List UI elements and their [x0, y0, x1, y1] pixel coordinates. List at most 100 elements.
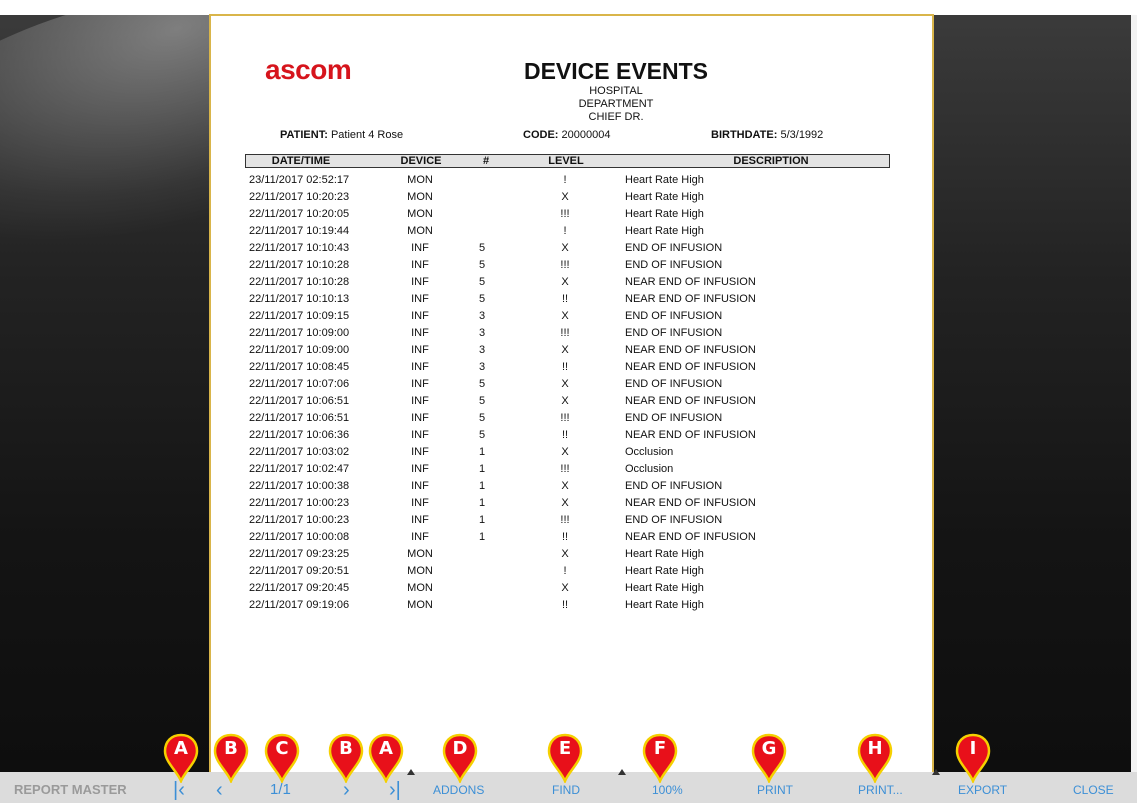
- cell-device: INF: [411, 327, 429, 339]
- column-header-number: #: [482, 155, 490, 167]
- cell-number: 1: [479, 463, 486, 475]
- cell-number: 3: [479, 344, 486, 356]
- code-info: CODE: 20000004: [523, 129, 610, 141]
- print-menu-caret-icon[interactable]: [932, 769, 940, 775]
- cell-description: Occlusion: [625, 463, 674, 475]
- addons-menu-caret-icon[interactable]: [407, 769, 415, 775]
- table-row: 23/11/2017 02:52:17 MON! Heart Rate High: [245, 172, 890, 189]
- cell-number: 1: [479, 446, 486, 458]
- table-body: 23/11/2017 02:52:17 MON! Heart Rate High 22…: [245, 172, 890, 614]
- cell-description: Heart Rate High: [625, 225, 704, 237]
- cell-device: INF: [411, 361, 429, 373]
- cell-level: X: [561, 497, 569, 509]
- cell-device: INF: [411, 242, 429, 254]
- table-row: 22/11/2017 10:10:28 INF 5!!! END OF INFUSIO…: [245, 257, 890, 274]
- cell-datetime: 22/11/2017 10:02:47: [249, 463, 350, 475]
- cell-device: MON: [407, 174, 433, 186]
- cell-description: Occlusion: [625, 446, 674, 458]
- cell-level: !: [563, 565, 567, 577]
- report-master-label: REPORT MASTER: [14, 782, 127, 797]
- callout-pin-h: H: [857, 733, 893, 783]
- cell-level: !: [563, 225, 567, 237]
- cell-datetime: 22/11/2017 10:09:15: [249, 310, 350, 322]
- cell-device: MON: [407, 191, 433, 203]
- cell-device: INF: [411, 344, 429, 356]
- zoom-menu-caret-icon[interactable]: [618, 769, 626, 775]
- cell-datetime: 22/11/2017 10:20:23: [249, 191, 350, 203]
- callout-pin-e: E: [547, 733, 583, 783]
- birthdate-value: 5/3/1992: [780, 129, 824, 141]
- cell-level: X: [561, 480, 569, 492]
- cell-datetime: 22/11/2017 09:20:51: [249, 565, 350, 577]
- callout-label: A: [379, 738, 393, 759]
- callout-pin-f: F: [642, 733, 678, 783]
- cell-number: 1: [479, 514, 486, 526]
- cell-description: Heart Rate High: [625, 191, 704, 203]
- cell-device: INF: [411, 514, 429, 526]
- callout-pin-g: G: [751, 733, 787, 783]
- cell-number: 5: [479, 412, 486, 424]
- callout-pin-c: C: [264, 733, 300, 783]
- report-page: ascom DEVICE EVENTS HOSPITAL DEPARTMENT …: [209, 14, 934, 772]
- table-row: 22/11/2017 10:10:13 INF 5!! NEAR END OF INF…: [245, 291, 890, 308]
- table-row: 22/11/2017 09:19:06 MON!! Heart Rate High: [245, 597, 890, 614]
- table-row: 22/11/2017 10:07:06 INF 5 X END OF INFUSION: [245, 376, 890, 393]
- table-row: 22/11/2017 10:00:23 INF 1!!! END OF INFUSIO…: [245, 512, 890, 529]
- close-button[interactable]: CLOSE: [1073, 772, 1114, 803]
- cell-device: INF: [411, 412, 429, 424]
- table-row: 22/11/2017 10:10:43 INF 5 X END OF INFUSION: [245, 240, 890, 257]
- cell-datetime: 22/11/2017 10:10:43: [249, 242, 350, 254]
- table-row: 22/11/2017 10:19:44 MON! Heart Rate High: [245, 223, 890, 240]
- cell-datetime: 22/11/2017 10:06:36: [249, 429, 350, 441]
- cell-description: END OF INFUSION: [625, 480, 723, 492]
- cell-datetime: 22/11/2017 10:06:51: [249, 412, 350, 424]
- cell-datetime: 22/11/2017 09:20:45: [249, 582, 350, 594]
- cell-device: INF: [411, 310, 429, 322]
- cell-level: X: [561, 548, 569, 560]
- cell-number: 5: [479, 259, 486, 271]
- callout-pin-a: A: [163, 733, 199, 783]
- cell-number: 1: [479, 480, 486, 492]
- table-row: 22/11/2017 09:20:51 MON! Heart Rate High: [245, 563, 890, 580]
- table-row: 22/11/2017 10:02:47 INF 1!!! Occlusion: [245, 461, 890, 478]
- subtitle-department: DEPARTMENT: [578, 98, 654, 110]
- table-row: 22/11/2017 10:08:45 INF 3!! NEAR END OF INF…: [245, 359, 890, 376]
- table-row: 22/11/2017 10:06:51 INF 5 X NEAR END OF INFU…: [245, 393, 890, 410]
- cell-level: X: [561, 191, 569, 203]
- cell-device: INF: [411, 463, 429, 475]
- cell-level: X: [561, 395, 569, 407]
- callout-pin-b: B: [328, 733, 364, 783]
- cell-device: MON: [407, 582, 433, 594]
- cell-description: END OF INFUSION: [625, 412, 723, 424]
- subtitle-chief-dr: CHIEF DR.: [588, 111, 644, 123]
- table-row: 22/11/2017 10:00:08 INF 1!! NEAR END OF INF…: [245, 529, 890, 546]
- cell-number: 5: [479, 429, 486, 441]
- cell-description: NEAR END OF INFUSION: [625, 531, 756, 543]
- callout-label: D: [452, 738, 468, 759]
- cell-level: X: [561, 276, 569, 288]
- table-row: 22/11/2017 09:23:25 MON X Heart Rate High: [245, 546, 890, 563]
- top-strip: [0, 0, 1137, 15]
- patient-value: Patient 4 Rose: [330, 129, 404, 141]
- table-row: 22/11/2017 10:09:00 INF 3!!! END OF INFUSIO…: [245, 325, 890, 342]
- cell-description: END OF INFUSION: [625, 514, 723, 526]
- cell-datetime: 22/11/2017 10:09:00: [249, 327, 350, 339]
- table-row: 22/11/2017 10:06:36 INF 5!! NEAR END OF INF…: [245, 427, 890, 444]
- cell-datetime: 22/11/2017 10:00:08: [249, 531, 350, 543]
- column-header-device: DEVICE: [400, 155, 442, 167]
- cell-device: INF: [411, 429, 429, 441]
- cell-datetime: 22/11/2017 10:03:02: [249, 446, 350, 458]
- cell-number: 5: [479, 276, 486, 288]
- code-value: 20000004: [561, 129, 611, 141]
- table-row: 22/11/2017 10:09:00 INF 3 X NEAR END OF INFU…: [245, 342, 890, 359]
- cell-datetime: 22/11/2017 10:08:45: [249, 361, 350, 373]
- cell-number: 5: [479, 293, 486, 305]
- callout-label: F: [653, 738, 667, 759]
- cell-device: INF: [411, 395, 429, 407]
- cell-level: X: [561, 310, 569, 322]
- cell-number: 3: [479, 327, 486, 339]
- cell-level: !!!: [560, 463, 570, 475]
- cell-description: END OF INFUSION: [625, 242, 723, 254]
- cell-level: !!!: [560, 208, 570, 220]
- cell-device: MON: [407, 225, 433, 237]
